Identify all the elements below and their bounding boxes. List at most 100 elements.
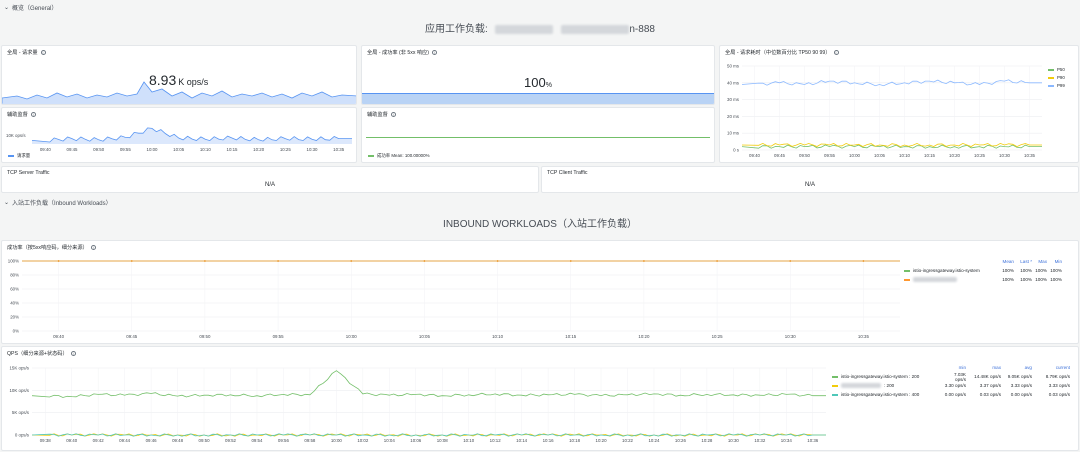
legend-col-min[interactable]: min [944,365,966,370]
panel-title: 全局 - 成功率 (非 5xx 响应) i [367,49,437,56]
x-tick-label: 09:55 [120,147,132,152]
legend-swatch [904,269,910,272]
y-tick-label: 40% [10,301,19,306]
panel-latency[interactable]: 全局 - 请求耗时（中位数百分比 TP50 90 99） i 50 ms 40 ms… [719,45,1079,163]
x-tick-label: 10:28 [701,438,713,443]
legend-col-max[interactable]: Max [1032,259,1047,264]
legend-item[interactable]: P50 [1048,67,1065,72]
legend-item[interactable]: 请求量 [8,153,30,159]
requests-sparkline [2,81,356,104]
x-tick-label: 09:52 [225,438,237,443]
data-point [789,260,792,262]
row-inbound[interactable]: ⌄ 入站工作负载（Inbound Workloads） [0,196,112,208]
aux-success-line [366,137,710,138]
panel-tcp-server[interactable]: TCP Server Traffic N/A [1,166,539,193]
y-tick: 10K ops/s [6,133,26,138]
legend-item[interactable]: P90 [1048,75,1065,80]
x-tick-label: 10:25 [280,147,292,152]
legend-swatch [832,375,838,378]
series-area [32,127,352,144]
stat-max: 100% [1035,277,1047,282]
app-workload-title: 应用工作负载: n-888 [0,20,1080,35]
tcp-client-value: N/A [804,182,815,188]
legend-col-min[interactable]: Min [1047,259,1062,264]
legend-col-mean[interactable]: Mean [998,259,1015,264]
data-point [204,260,206,262]
legend-row[interactable]: 100% 100% 100% 100% [904,275,1062,284]
dashboard: ⌄ 概览（General） 应用工作负载: n-888 全局 - 请求量 i 8.… [0,0,1080,452]
legend-swatch [368,155,374,157]
panel-title: 辅助监督 i [367,111,396,118]
stat-current: 0.03 ops/s [1048,392,1070,397]
panel-aux-requests[interactable]: 辅助监督 i 10K ops/s 09:40 09:45 09:50 09:55 10:0… [1,107,357,163]
success-unit: % [545,82,552,89]
panel-inbound-success[interactable]: 成功率（按5xx响应码，细分来源） i 100% 80% 60% 40% 20% 0% 09:… [1,240,1079,344]
row-general[interactable]: ⌄ 概览（General） [0,1,57,13]
x-tick-label: 10:08 [437,438,449,443]
legend-item[interactable]: 成功率 Mean: 100.00000% [368,153,429,159]
x-tick-label: 10:00 [849,153,861,158]
x-tick-label: 09:48 [172,438,184,443]
x-tick-label: 10:05 [419,334,431,339]
panel-qps[interactable]: QPS（细分来源+状态码） i 15K ops/s 10K ops/s 5K ops/… [1,346,1079,451]
x-tick-label: 09:54 [251,438,263,443]
legend-label: P50 [1057,67,1065,72]
x-tick-label: 09:45 [67,147,79,152]
info-icon[interactable]: i [390,112,396,117]
x-tick-label: 10:25 [974,153,986,158]
data-point [350,260,353,262]
info-icon[interactable]: i [431,50,437,55]
legend-col-current[interactable]: current [1032,365,1070,370]
legend-label: istio-ingressgateway.istio-system : 400 [841,392,920,397]
x-tick-label: 10:30 [999,153,1011,158]
inbound-title: INBOUND WORKLOADS（入站工作负载） [443,219,637,230]
aux-requests-chart: 10K ops/s 09:40 09:45 09:50 09:55 10:00 10:05… [6,127,352,152]
panel-tcp-client[interactable]: TCP Client Traffic N/A [541,166,1079,193]
legend-swatch [832,384,838,387]
x-tick-label: 10:10 [899,153,911,158]
y-tick-label: 30 ms [727,97,740,102]
legend-col-last[interactable]: Last * [1014,259,1032,264]
legend-row[interactable]: istio-ingressgateway.istio-system : 200 … [832,371,1070,382]
x-tick-label: 10:14 [516,438,528,443]
legend-swatch [1048,68,1054,71]
stat-current: 8.79K ops/s [1045,374,1070,379]
x-tick-label: 10:10 [463,438,475,443]
legend-col-avg[interactable]: avg [1001,365,1032,370]
x-tick-label: 10:35 [858,334,870,339]
panel-title: TCP Client Traffic [547,170,587,176]
panel-aux-success[interactable]: 辅助监督 i 成功率 Mean: 100.00000% [361,107,715,163]
panel-success-rate[interactable]: 全局 - 成功率 (非 5xx 响应) i 100% [361,45,715,105]
x-tick-label: 10:00 [147,147,159,152]
stat-mean: 100% [1002,277,1014,282]
legend-swatch [8,155,14,157]
stat-avg: 9.05K ops/s [1007,374,1032,379]
y-tick-label: 40 ms [727,80,740,85]
y-tick-label: 100% [8,259,19,264]
stat-max: 3.37 ops/s [979,383,1001,388]
legend-item[interactable]: P99 [1048,83,1065,88]
legend-col-max[interactable]: max [966,365,1001,370]
success-sparkline [362,93,714,104]
x-tick-label: 10:16 [543,438,555,443]
legend-row[interactable]: istio-ingressgateway.istio-system : 400 … [832,390,1070,399]
x-tick-label: 09:40 [66,438,78,443]
success-value: 100% [524,74,552,92]
x-tick-label: 09:50 [199,438,211,443]
x-tick-label: 10:20 [638,334,650,339]
x-tick-label: 10:35 [1024,153,1036,158]
stat-mean: 100% [1002,268,1014,273]
x-tick-label: 10:22 [622,438,634,443]
stat-min: 7.03K ops/s [953,371,966,382]
panel-requests[interactable]: 全局 - 请求量 i 8.93 K ops/s [1,45,357,105]
data-point [862,260,865,262]
legend-swatch [904,278,910,281]
y-tick-label: 10 ms [727,131,740,136]
stat-min: 3.30 ops/s [944,383,966,388]
y-tick-label: 15K ops/s [9,366,29,371]
app-title-prefix: 应用工作负载: [425,24,488,35]
row-general-label: 概览（General） [12,5,58,12]
legend-row[interactable]: istio-ingressgateway.istio-system 100% 1… [904,266,1062,275]
legend-row[interactable]: : 200 3.30 ops/s 3.37 ops/s 3.33 ops/s 3… [832,381,1070,390]
legend-label: P90 [1057,75,1065,80]
